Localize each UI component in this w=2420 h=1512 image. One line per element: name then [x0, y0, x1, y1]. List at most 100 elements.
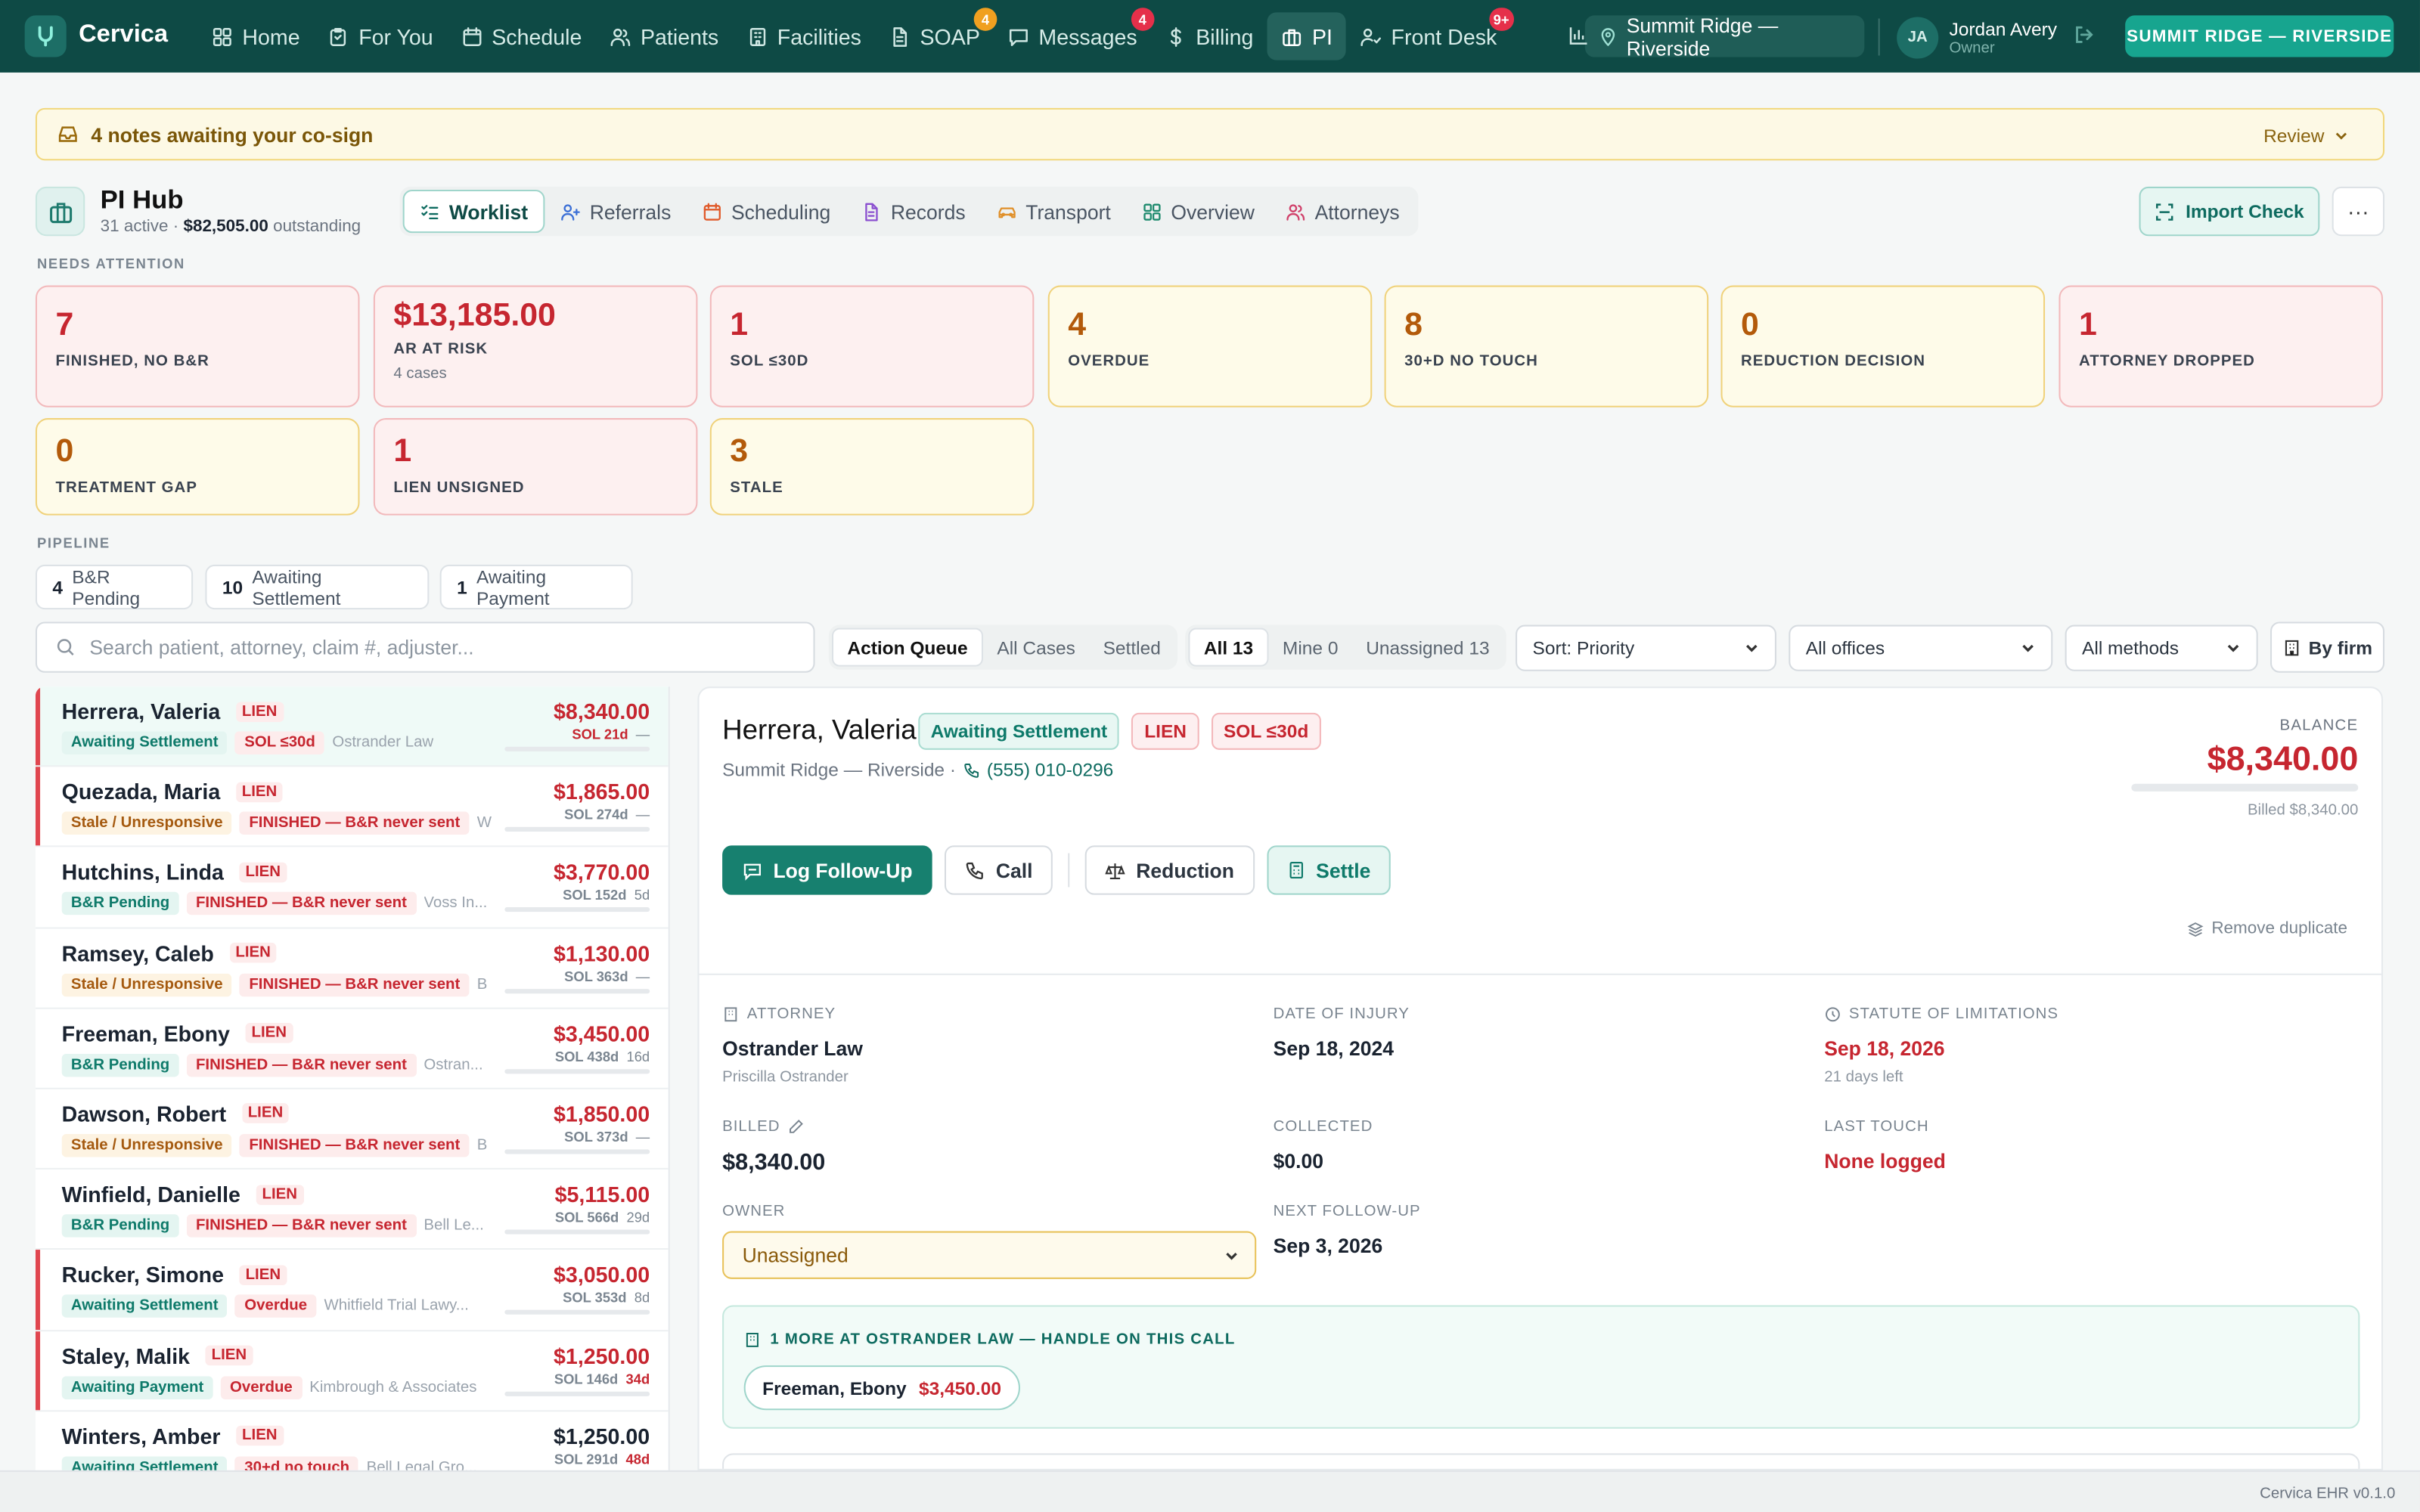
case-progress	[504, 988, 650, 993]
metric-card-finished-no-b-r[interactable]: 7 FINISHED, NO B&R	[35, 285, 360, 407]
case-row[interactable]: Herrera, Valeria LIEN Awaiting Settlement S…	[35, 686, 669, 767]
remove-duplicate-button[interactable]: Remove duplicate	[2187, 919, 2347, 938]
case-row[interactable]: Rucker, Simone LIEN Awaiting Settlement Ove…	[35, 1250, 669, 1331]
sol-days: SOL 274d	[564, 807, 628, 823]
nav-item-front-desk[interactable]: Front Desk 9+	[1346, 8, 1514, 60]
case-row[interactable]: Staley, Malik LIEN Awaiting Payment Overdue…	[35, 1331, 669, 1411]
nav-divider	[1878, 18, 1880, 56]
settle-button[interactable]: Settle	[1266, 845, 1391, 895]
pipeline-label: PIPELINE	[36, 535, 110, 551]
search-field[interactable]	[35, 621, 815, 673]
sort-select[interactable]: Sort: Priority	[1516, 624, 1776, 671]
call-button[interactable]: Call	[945, 845, 1053, 895]
logout-icon[interactable]	[2073, 23, 2096, 51]
tab-transport[interactable]: Transport	[981, 190, 1126, 233]
location-selector[interactable]: Summit Ridge — Riverside	[1584, 13, 1865, 60]
tab-attorneys[interactable]: Attorneys	[1270, 190, 1415, 233]
case-row[interactable]: Hutchins, Linda LIEN B&R Pending FINISHED —…	[35, 847, 669, 928]
phone-link[interactable]: (555) 010-0296	[963, 759, 1113, 781]
collected-label: COLLECTED	[1273, 1118, 1373, 1136]
cosign-banner[interactable]: 4 notes awaiting your co-sign Review	[35, 107, 2385, 161]
case-flag: 30+d no touch	[234, 1455, 359, 1470]
pipeline-pill-b-r-pending[interactable]: 4 B&R Pending	[35, 564, 194, 610]
nav-item-pi[interactable]: PI	[1267, 12, 1347, 60]
nav-item-for-you[interactable]: For You	[314, 12, 447, 60]
user-plus-icon	[561, 203, 580, 220]
method-select[interactable]: All methods	[2065, 624, 2258, 671]
metric-card-30-d-no-touch[interactable]: 8 30+D NO TOUCH	[1384, 285, 1709, 407]
tab-label: Referrals	[589, 200, 672, 223]
owner-select[interactable]: Unassigned	[722, 1231, 1257, 1279]
case-row[interactable]: Winters, Amber LIEN Awaiting Settlement 30+…	[36, 1411, 669, 1470]
nav-item-label: Billing	[1196, 23, 1254, 49]
avatar[interactable]: JA	[1897, 17, 1939, 59]
review-button[interactable]: Review	[2263, 125, 2361, 147]
nav-item-patients[interactable]: Patients	[596, 12, 733, 60]
same-firm-case-chip[interactable]: Freeman, Ebony $3,450.00	[743, 1365, 1020, 1411]
case-status: B&R Pending	[61, 892, 179, 916]
lien-tag: LIEN	[239, 1265, 287, 1285]
log-follow-up-button[interactable]: Log Follow-Up	[722, 845, 933, 895]
case-firm: Ostrander Law	[332, 734, 434, 751]
chevron-down-icon	[1226, 1251, 1237, 1259]
tab-overview[interactable]: Overview	[1126, 190, 1270, 233]
grid-icon	[213, 26, 231, 45]
metric-card-treatment-gap[interactable]: 0 TREATMENT GAP	[35, 418, 360, 516]
metric-label: LIEN UNSIGNED	[393, 479, 525, 497]
view-tab-settled[interactable]: Settled	[1089, 628, 1174, 667]
tab-records[interactable]: Records	[846, 190, 981, 233]
nav-item-soap[interactable]: SOAP 4	[875, 8, 997, 60]
metric-card-overdue[interactable]: 4 OVERDUE	[1047, 285, 1373, 407]
nav-overflow-item[interactable]	[1562, 12, 1590, 60]
metric-card-reduction-decision[interactable]: 0 REDUCTION DECISION	[1720, 285, 2046, 407]
tab-worklist[interactable]: Worklist	[402, 190, 545, 234]
by-firm-button[interactable]: By firm	[2270, 621, 2385, 673]
metric-card-attorney-dropped[interactable]: 1 ATTORNEY DROPPED	[2059, 285, 2383, 407]
import-check-button[interactable]: Import Check	[2139, 186, 2320, 237]
view-tab-action-queue[interactable]: Action Queue	[831, 627, 984, 667]
pipeline-pill-awaiting-settlement[interactable]: 10 Awaiting Settlement	[205, 564, 430, 610]
case-amount: $1,130.00	[554, 940, 650, 965]
case-row[interactable]: Winfield, Danielle LIEN B&R Pending FINISHE…	[35, 1170, 669, 1250]
reduction-button[interactable]: Reduction	[1084, 845, 1255, 895]
case-row[interactable]: Quezada, Maria LIEN Stale / Unresponsive FI…	[35, 767, 669, 848]
chevron-down-icon	[2227, 644, 2239, 652]
nav-item-messages[interactable]: Messages 4	[994, 8, 1155, 60]
view-tab-all-cases[interactable]: All Cases	[983, 628, 1089, 667]
case-badges: Awaiting Settlement LIEN SOL ≤30d	[918, 712, 1321, 750]
metric-card-lien-unsigned[interactable]: 1 LIEN UNSIGNED	[373, 418, 698, 516]
owner-filter-mine[interactable]: Mine 0	[1269, 628, 1352, 667]
cervica-logo-icon[interactable]	[24, 15, 67, 57]
owner-filter-all[interactable]: All 13	[1188, 627, 1269, 667]
attorney-value[interactable]: Ostrander Law	[722, 1036, 863, 1060]
metric-card-stale[interactable]: 3 STALE	[709, 418, 1035, 516]
users-icon	[610, 27, 631, 45]
tab-scheduling[interactable]: Scheduling	[687, 190, 846, 233]
more-options-button[interactable]: ···	[2332, 186, 2385, 237]
owner-value: Unassigned	[742, 1243, 849, 1267]
app-name[interactable]: Cervica	[79, 22, 168, 50]
briefcase-icon	[1283, 28, 1302, 45]
office-select[interactable]: All offices	[1789, 624, 2053, 671]
metric-value: 0	[1741, 307, 1759, 343]
chart-icon	[1569, 27, 1587, 45]
nav-item-facilities[interactable]: Facilities	[733, 12, 876, 60]
nav-item-home[interactable]: Home	[197, 12, 314, 60]
org-button[interactable]: SUMMIT RIDGE — RIVERSIDE	[2125, 15, 2394, 57]
tab-referrals[interactable]: Referrals	[545, 190, 687, 233]
map-pin-icon	[1601, 27, 1615, 46]
search-input[interactable]	[89, 635, 769, 659]
metric-card-ar-at-risk[interactable]: $13,185.00 AR AT RISK 4 cases	[373, 285, 698, 407]
nav-item-schedule[interactable]: Schedule	[447, 12, 596, 60]
sort-value: Sort: Priority	[1532, 637, 1635, 659]
owner-filter-unassigned[interactable]: Unassigned 13	[1352, 628, 1503, 667]
case-row[interactable]: Dawson, Robert LIEN Stale / Unresponsive FI…	[35, 1089, 669, 1170]
case-row[interactable]: Ramsey, Caleb LIEN Stale / Unresponsive FIN…	[35, 928, 669, 1009]
case-row[interactable]: Freeman, Ebony LIEN B&R Pending FINISHED — …	[35, 1009, 669, 1089]
nav-item-billing[interactable]: Billing	[1151, 12, 1267, 60]
pencil-icon[interactable]	[788, 1119, 805, 1136]
lien-badge: LIEN	[1131, 712, 1199, 750]
footer: Cervica EHR v0.1.0	[0, 1470, 2420, 1512]
pipeline-pill-awaiting-payment[interactable]: 1 Awaiting Payment	[439, 564, 633, 610]
metric-card-sol-30d[interactable]: 1 SOL ≤30D	[709, 285, 1035, 407]
